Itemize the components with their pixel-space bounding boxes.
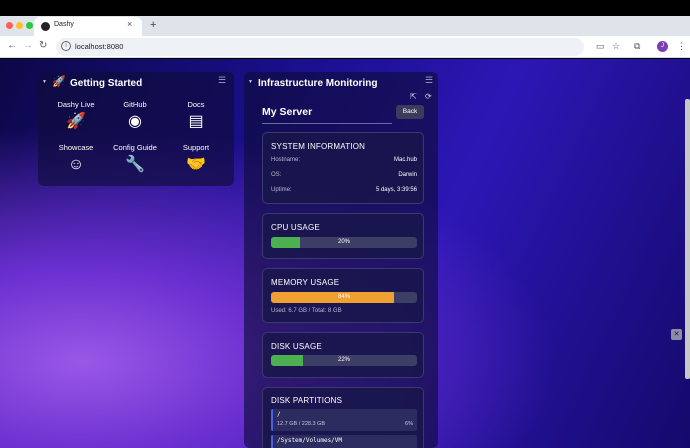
item-label: Support <box>182 143 210 152</box>
maximize-window-button[interactable] <box>26 22 33 29</box>
memory-usage-card: MEMORY USAGE 84% Used: 6.7 GB / Total: 8… <box>262 268 424 323</box>
cast-icon[interactable]: ▭ <box>596 41 605 52</box>
back-button[interactable]: Back <box>396 105 424 119</box>
rocket-icon: 🚀 <box>52 76 66 88</box>
new-tab-button[interactable]: + <box>150 19 156 31</box>
browser-menu-icon[interactable]: ⋮ <box>677 41 686 52</box>
tab-close-icon[interactable]: × <box>127 19 132 29</box>
partition-size: 12.7 GB / 228.3 GB <box>277 421 326 427</box>
back-arrow-icon[interactable]: ← <box>7 40 17 51</box>
open-external-icon[interactable]: ⇱ <box>410 92 417 101</box>
card-title: DISK PARTITIONS <box>271 396 343 405</box>
cpu-percent: 20% <box>337 239 350 245</box>
info-value: Mac.hub <box>393 157 417 163</box>
item-config-guide[interactable]: Config Guide 🔧 <box>105 143 165 174</box>
partition-item: /System/Volumes/VM <box>271 435 417 448</box>
extensions-icon[interactable]: ⧉ <box>634 41 640 52</box>
collapse-caret-icon[interactable]: ▼ <box>248 79 253 85</box>
section-menu-icon[interactable]: ☰ <box>218 75 226 86</box>
top-strip <box>0 0 690 16</box>
address-bar[interactable]: i localhost:8080 <box>56 38 584 56</box>
refresh-icon[interactable]: ⟳ <box>425 92 432 101</box>
item-label: Config Guide <box>113 143 157 152</box>
section-menu-icon[interactable]: ☰ <box>425 75 433 86</box>
item-label: Docs <box>187 100 205 109</box>
cpu-usage-card: CPU USAGE 20% <box>262 213 424 259</box>
section-title: Getting Started <box>70 78 143 89</box>
info-row-hostname: Hostname: Mac.hub <box>271 157 417 163</box>
item-label: Dashy Live <box>57 100 95 109</box>
card-title: CPU USAGE <box>271 223 320 232</box>
memory-percent: 84% <box>337 294 350 300</box>
disk-percent: 22% <box>337 357 350 363</box>
smiley-icon: ☺ <box>67 156 85 173</box>
section-title: Infrastructure Monitoring <box>258 78 378 89</box>
item-showcase[interactable]: Showcase ☺ <box>46 143 106 174</box>
card-title: SYSTEM INFORMATION <box>271 142 366 151</box>
book-icon: ▤ <box>188 113 204 130</box>
scroll-to-top-icon[interactable]: ✕ <box>671 329 682 340</box>
infrastructure-header[interactable]: ▼ Infrastructure Monitoring ☰ <box>244 72 438 92</box>
item-github[interactable]: GitHub ◉ <box>105 100 165 131</box>
dashy-favicon-icon <box>41 22 50 31</box>
bookmark-star-icon[interactable]: ☆ <box>612 41 620 52</box>
tab-title: Dashy <box>54 21 74 28</box>
wrench-icon: 🔧 <box>125 156 145 173</box>
profile-avatar[interactable]: J <box>657 41 668 52</box>
partition-name: /System/Volumes/VM <box>277 437 343 444</box>
browser-toolbar: ← → ↻ i localhost:8080 ▭ ☆ ⧉ J ⋮ <box>0 36 690 58</box>
info-label: OS: <box>271 172 282 178</box>
info-row-os: OS: Darwin <box>271 172 417 178</box>
page-scrollbar[interactable] <box>685 99 690 379</box>
github-icon: ◉ <box>128 113 142 130</box>
info-label: Uptime: <box>271 187 292 193</box>
collapse-caret-icon[interactable]: ▼ <box>42 79 47 85</box>
getting-started-header[interactable]: ▼ 🚀 Getting Started ☰ <box>38 72 234 92</box>
item-support[interactable]: Support 🤝 <box>166 143 226 174</box>
close-window-button[interactable] <box>6 22 13 29</box>
url-text[interactable]: localhost:8080 <box>75 42 123 51</box>
server-title-underline <box>262 123 392 124</box>
minimize-window-button[interactable] <box>16 22 23 29</box>
item-dashy-live[interactable]: Dashy Live 🚀 <box>46 100 106 131</box>
partition-item: / 12.7 GB / 228.3 GB 6% <box>271 409 417 431</box>
reload-icon[interactable]: ↻ <box>39 40 47 51</box>
server-name: My Server <box>262 106 313 118</box>
browser-tab-bar: Dashy × + <box>0 0 690 36</box>
handshake-icon: 🤝 <box>186 156 206 173</box>
disk-usage-card: DISK USAGE 22% <box>262 332 424 378</box>
disk-partitions-card: DISK PARTITIONS / 12.7 GB / 228.3 GB 6% … <box>262 387 424 448</box>
item-docs[interactable]: Docs ▤ <box>166 100 226 131</box>
partition-name: / <box>277 411 281 418</box>
info-value: Darwin <box>398 172 417 178</box>
info-label: Hostname: <box>271 157 301 163</box>
card-title: MEMORY USAGE <box>271 278 340 287</box>
disk-progress-bar: 22% <box>271 355 417 366</box>
cpu-progress-bar: 20% <box>271 237 417 248</box>
memory-detail: Used: 6.7 GB / Total: 8 GB <box>271 308 342 314</box>
browser-tab[interactable]: Dashy × <box>34 17 142 36</box>
memory-progress-bar: 84% <box>271 292 417 303</box>
partition-percent: 6% <box>405 421 413 427</box>
item-label: Showcase <box>58 143 94 152</box>
info-row-uptime: Uptime: 5 days, 3:39:56 <box>271 187 417 193</box>
item-label: GitHub <box>123 100 147 109</box>
info-value: 5 days, 3:39:56 <box>375 187 417 193</box>
forward-arrow-icon[interactable]: → <box>23 40 33 51</box>
card-title: DISK USAGE <box>271 342 322 351</box>
site-info-icon[interactable]: i <box>61 41 71 51</box>
system-info-card: SYSTEM INFORMATION Hostname: Mac.hub OS:… <box>262 132 424 204</box>
astronaut-icon: 🚀 <box>66 113 86 130</box>
